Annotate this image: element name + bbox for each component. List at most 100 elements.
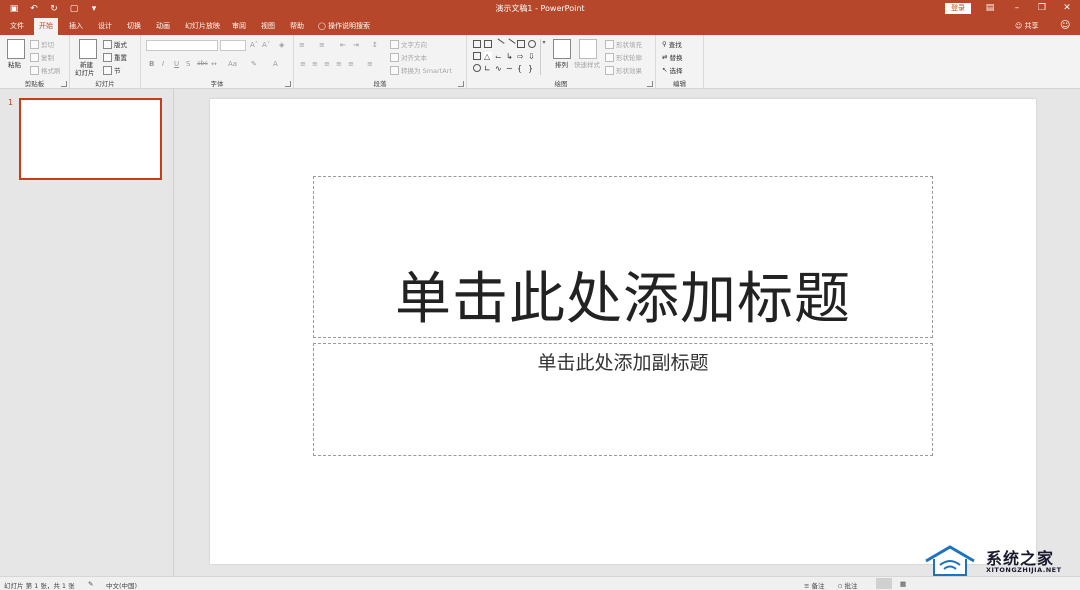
slide-canvas[interactable]: 单击此处添加标题 单击此处添加副标题 (210, 99, 1036, 564)
tab-file[interactable]: 文件 (5, 18, 29, 35)
language-indicator[interactable]: 中文(中国) (106, 580, 137, 590)
highlight-icon[interactable]: ✎ (251, 60, 257, 68)
tab-review[interactable]: 审阅 (227, 18, 251, 35)
arrange-icon[interactable] (553, 39, 571, 59)
shapes-gallery[interactable]: △ ⌙ ↳ ⇨ ⇩ ∟ ∿ ∼ { } ▾ (471, 38, 547, 75)
freeform-shape-icon[interactable]: ∟ (484, 64, 492, 73)
line-shape-icon[interactable] (493, 38, 505, 50)
tab-view[interactable]: 视图 (256, 18, 280, 35)
section-button[interactable]: 节 (103, 65, 121, 75)
title-placeholder[interactable]: 单击此处添加标题 (313, 176, 933, 338)
distributed-icon[interactable]: ≡ (348, 60, 354, 68)
paste-button[interactable]: 粘贴 (8, 59, 21, 69)
columns-icon[interactable]: ≡ (367, 60, 373, 68)
find-button[interactable]: ⚲ 查找 (662, 39, 682, 49)
slide-thumbnail[interactable] (19, 98, 162, 180)
shape-outline-button[interactable]: 形状轮廓 (605, 52, 642, 62)
triangle-shape-icon[interactable]: △ (484, 52, 492, 61)
align-left-icon[interactable]: ≡ (300, 60, 306, 68)
feedback-smiley-icon[interactable]: ☺ (1060, 20, 1074, 34)
comments-button[interactable]: ▫ 批注 (838, 580, 857, 590)
minimize-icon[interactable]: – (1011, 2, 1023, 15)
font-launcher-icon[interactable] (285, 81, 291, 87)
align-text-button[interactable]: 对齐文本 (390, 52, 427, 62)
tab-design[interactable]: 设计 (93, 18, 117, 35)
shape-fill-button[interactable]: 形状填充 (605, 39, 642, 49)
restore-icon[interactable]: ❐ (1036, 2, 1048, 15)
subtitle-placeholder[interactable]: 单击此处添加副标题 (313, 343, 933, 456)
decrease-indent-icon[interactable]: ⇤ (340, 41, 346, 49)
login-button[interactable]: 登录 (945, 3, 971, 14)
curve-shape-icon[interactable]: ∿ (495, 64, 503, 73)
oval-shape-icon[interactable] (528, 40, 536, 48)
arc-shape-icon[interactable] (473, 64, 481, 72)
cut-button[interactable]: 剪切 (30, 39, 54, 49)
down-arrow-shape-icon[interactable]: ⇩ (528, 52, 536, 61)
elbow-connector-icon[interactable]: ⌙ (495, 52, 503, 61)
justify-icon[interactable]: ≡ (336, 60, 342, 68)
increase-indent-icon[interactable]: ⇥ (353, 41, 359, 49)
reset-button[interactable]: 重置 (103, 52, 127, 62)
start-from-beginning-icon[interactable]: ▢ (68, 2, 80, 15)
rect2-shape-icon[interactable] (473, 52, 481, 60)
font-color-icon[interactable]: A (273, 60, 278, 68)
shape-effects-button[interactable]: 形状效果 (605, 65, 642, 75)
replace-button[interactable]: ⇄ 替换 (662, 52, 682, 62)
quick-styles-icon[interactable] (579, 39, 597, 59)
share-button[interactable]: ☺ 共享 (1015, 18, 1039, 35)
notes-button[interactable]: ≡ 备注 (804, 580, 825, 590)
close-icon[interactable]: ✕ (1061, 2, 1073, 15)
bold-icon[interactable]: B (149, 60, 154, 68)
quick-styles-button[interactable]: 快速样式 (574, 59, 600, 69)
increase-font-icon[interactable]: Aˆ (250, 41, 258, 49)
tab-home[interactable]: 开始 (34, 18, 58, 35)
align-center-icon[interactable]: ≡ (312, 60, 318, 68)
customize-qat-icon[interactable]: ▾ (88, 2, 100, 15)
numbering-icon[interactable]: ≡ (319, 41, 325, 49)
line-spacing-icon[interactable]: ↕ (372, 41, 378, 49)
shapes-more-icon[interactable]: ▾ (540, 39, 547, 75)
textbox-shape-icon[interactable] (473, 40, 481, 48)
tab-slideshow[interactable]: 幻灯片放映 (180, 18, 225, 35)
arrow-line-shape-icon[interactable] (504, 38, 516, 50)
tab-help[interactable]: 帮助 (285, 18, 309, 35)
paste-icon[interactable] (7, 39, 25, 59)
arrange-button[interactable]: 排列 (555, 59, 568, 69)
clipboard-launcher-icon[interactable] (61, 81, 67, 87)
align-right-icon[interactable]: ≡ (324, 60, 330, 68)
clear-formatting-icon[interactable]: ◈ (279, 41, 284, 49)
left-brace-icon[interactable]: { (517, 64, 525, 73)
select-button[interactable]: ↖ 选择 (662, 65, 682, 75)
font-name-combo[interactable] (146, 40, 218, 51)
tab-animations[interactable]: 动画 (151, 18, 175, 35)
shadow-icon[interactable]: S (186, 60, 190, 68)
change-case-icon[interactable]: Aa (228, 60, 237, 68)
save-icon[interactable]: ▣ (8, 2, 20, 15)
right-arrow-shape-icon[interactable]: ⇨ (517, 52, 525, 61)
undo-icon[interactable]: ↶ (28, 2, 40, 15)
vtextbox-shape-icon[interactable] (484, 40, 492, 48)
wave-shape-icon[interactable]: ∼ (506, 64, 514, 73)
text-direction-button[interactable]: 文字方向 (390, 39, 427, 49)
bullets-icon[interactable]: ≡ (299, 41, 305, 49)
spell-check-icon[interactable]: ✎ (88, 580, 93, 588)
right-brace-icon[interactable]: } (528, 64, 536, 73)
strikethrough-icon[interactable]: abc (197, 60, 208, 67)
tab-transitions[interactable]: 切换 (122, 18, 146, 35)
tab-insert[interactable]: 插入 (64, 18, 88, 35)
italic-icon[interactable]: I (162, 60, 164, 68)
drawing-launcher-icon[interactable] (647, 81, 653, 87)
normal-view-icon[interactable] (876, 578, 892, 589)
font-size-combo[interactable] (220, 40, 246, 51)
decrease-font-icon[interactable]: Aˇ (262, 41, 270, 49)
new-slide-icon[interactable] (79, 39, 97, 59)
slide-sorter-icon[interactable]: ▦ (900, 580, 906, 588)
tell-me-search[interactable]: ◯ 操作说明搜索 (318, 18, 370, 35)
new-slide-label-2[interactable]: 幻灯片 (75, 67, 95, 77)
ribbon-display-options-icon[interactable]: ▤ (984, 2, 996, 15)
copy-button[interactable]: 复制 (30, 52, 54, 62)
underline-icon[interactable]: U (174, 60, 179, 68)
layout-button[interactable]: 版式 (103, 39, 127, 49)
redo-icon[interactable]: ↻ (48, 2, 60, 15)
convert-smartart-button[interactable]: 转换为 SmartArt (390, 65, 452, 75)
